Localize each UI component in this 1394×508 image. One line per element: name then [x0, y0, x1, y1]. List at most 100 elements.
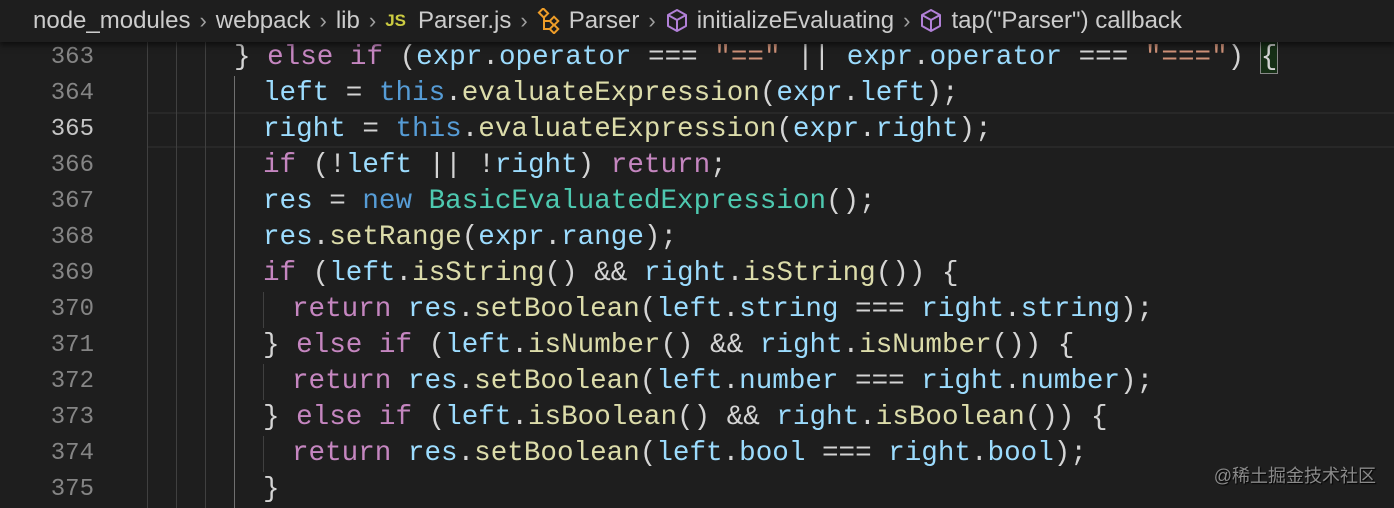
code-token: ( [639, 438, 657, 469]
code-token: res [263, 186, 313, 217]
code-line[interactable]: 373} else if (left.isBoolean() && right.… [0, 400, 1394, 436]
code-token: === [631, 42, 715, 73]
indent-guide [263, 364, 264, 400]
chevron-right-icon: › [368, 8, 377, 33]
indent-guide [205, 364, 206, 400]
code-line[interactable]: 366 if (!left || !right) return; [0, 148, 1394, 184]
code-line[interactable]: 367 res = new BasicEvaluatedExpression(); [0, 184, 1394, 220]
code-text: left = this.evaluateExpression(expr.left… [263, 76, 959, 112]
code-token: number [1020, 366, 1121, 397]
code-editor[interactable]: 363} else if (expr.operator === "==" || … [0, 40, 1394, 508]
indent-guide [263, 436, 264, 472]
code-line[interactable]: 368 res.setRange(expr.range); [0, 220, 1394, 256]
code-token: this [395, 114, 462, 145]
code-line[interactable]: 370 return res.setBoolean(left.string ===… [0, 292, 1394, 328]
code-token: if [263, 258, 297, 289]
code-token: number [739, 366, 839, 397]
indent-guide [205, 76, 206, 112]
code-token: if [263, 150, 297, 181]
code-line[interactable]: 365 right = this.evaluateExpression(expr.… [0, 112, 1394, 148]
code-token: () && [544, 258, 644, 289]
breadcrumb-label: lib [335, 7, 360, 34]
code-token: BasicEvaluatedExpression [428, 186, 827, 217]
indent-guide [176, 256, 177, 292]
code-text: } else if (left.isBoolean() && right.isB… [263, 400, 1108, 436]
indent-guide [147, 256, 148, 292]
breadcrumb-item[interactable]: JS Parser.js [385, 7, 511, 35]
code-token: right [643, 258, 727, 289]
code-line[interactable]: 364 left = this.evaluateExpression(expr.l… [0, 76, 1394, 112]
code-text: return res.setBoolean(left.bool === righ… [292, 436, 1087, 472]
indent-guide [176, 76, 177, 112]
code-token: left [859, 78, 926, 109]
code-line[interactable]: 363} else if (expr.operator === "==" || … [0, 40, 1394, 76]
code-token: ( [412, 402, 446, 433]
code-token: ; [710, 150, 727, 181]
breadcrumb-item[interactable]: tap("Parser") callback [919, 7, 1182, 35]
js-file-icon: JS [385, 11, 406, 30]
code-line[interactable]: 374 return res.setBoolean(left.bool === r… [0, 436, 1394, 472]
code-token: ( [759, 78, 777, 109]
code-token: else if [296, 330, 413, 361]
code-token: ( [412, 330, 446, 361]
breadcrumb-label: initializeEvaluating [696, 7, 895, 34]
code-token: . [722, 294, 740, 325]
code-token: ( [399, 42, 417, 73]
method-cube-icon [919, 8, 943, 34]
code-token: === [1062, 42, 1145, 73]
breadcrumb-item[interactable]: node_modules [33, 7, 190, 35]
indent-guide [205, 400, 206, 436]
indent-guide [234, 256, 235, 292]
code-line[interactable]: 371} else if (left.isNumber() && right.i… [0, 328, 1394, 364]
indent-guide [205, 472, 206, 508]
breadcrumb-item[interactable]: lib [336, 7, 360, 35]
indent-guide [176, 292, 177, 328]
line-number: 364 [50, 80, 94, 107]
indent-guide [263, 292, 264, 328]
chevron-right-icon: › [903, 8, 911, 33]
indent-guide [205, 292, 206, 328]
breadcrumb-item[interactable]: initializeEvaluating [665, 7, 894, 35]
code-token: return [292, 438, 408, 469]
code-token: ) [1227, 42, 1261, 73]
code-token: . [482, 42, 499, 73]
code-token: === [838, 294, 922, 325]
code-text: res = new BasicEvaluatedExpression(); [263, 184, 876, 220]
code-token: expr [792, 114, 860, 145]
code-token: . [312, 222, 330, 253]
code-line[interactable]: 372 return res.setBoolean(left.number ===… [0, 364, 1394, 400]
code-token: = [312, 186, 363, 217]
code-token: . [511, 402, 528, 433]
code-token: return [292, 294, 408, 325]
code-token: ); [1120, 366, 1154, 397]
breadcrumb-item[interactable]: Parser [537, 7, 639, 35]
code-token: left [329, 258, 396, 289]
code-token: new [362, 186, 429, 217]
code-token: right [494, 150, 578, 181]
indent-guide [147, 292, 148, 328]
chevron-right-icon: › [319, 8, 327, 33]
indent-guide [147, 436, 148, 472]
indent-guide [176, 472, 177, 508]
indent-guide [234, 328, 235, 364]
indent-guide [176, 112, 177, 148]
code-line[interactable]: 375} [0, 472, 1394, 508]
code-line[interactable]: 369 if (left.isString() && right.isString… [0, 256, 1394, 292]
code-token: } [234, 42, 268, 73]
chevron-right-icon: › [520, 8, 528, 33]
indent-guide [147, 472, 148, 508]
indent-guide [205, 184, 206, 220]
code-token: . [457, 366, 475, 397]
watermark: @稀土掘金技术社区 [1213, 466, 1376, 486]
code-token: ( [639, 294, 657, 325]
indent-guide [234, 436, 235, 472]
code-token: left [656, 294, 723, 325]
breadcrumb-item[interactable]: webpack [216, 7, 311, 35]
code-token: || ! [412, 150, 495, 181]
indent-guide [234, 112, 235, 148]
line-number: 365 [50, 116, 94, 143]
code-token: setBoolean [474, 366, 640, 397]
code-token: ( [296, 258, 330, 289]
code-token: (! [296, 150, 346, 181]
code-token: this [378, 78, 446, 109]
